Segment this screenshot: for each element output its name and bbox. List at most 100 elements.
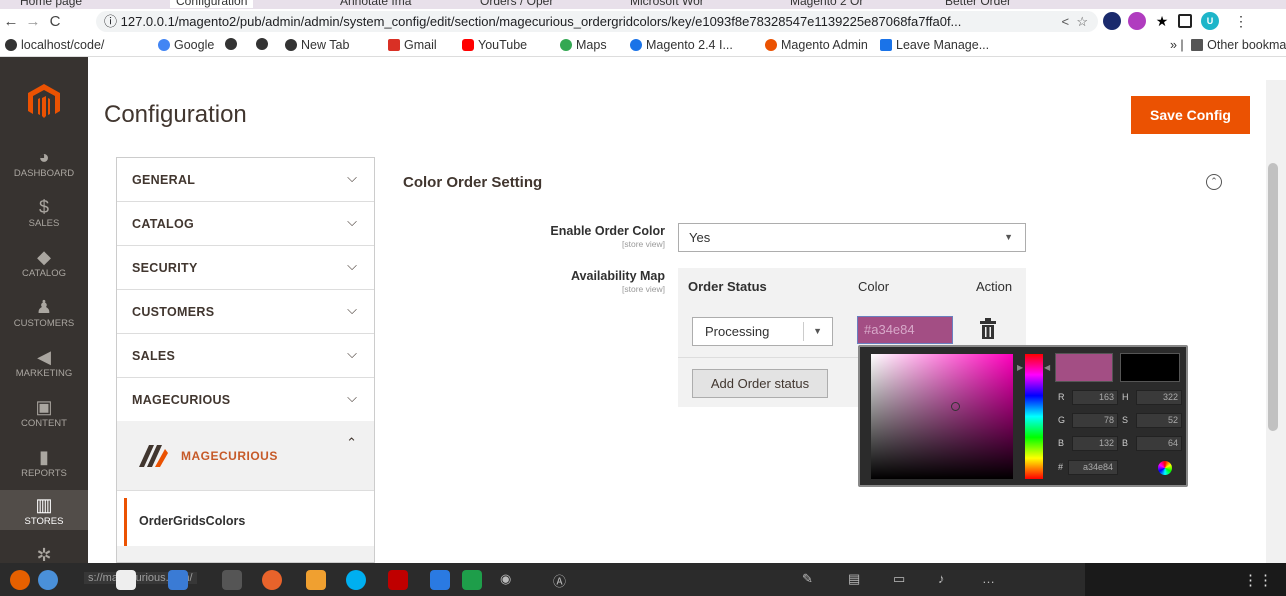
extension-icon[interactable] bbox=[1103, 12, 1121, 30]
menu-item-customers[interactable]: ♟ CUSTOMERS bbox=[0, 296, 88, 336]
bookmark-new-tab[interactable]: New Tab bbox=[285, 38, 349, 52]
sublime-icon[interactable] bbox=[306, 570, 326, 590]
files-icon[interactable] bbox=[116, 570, 136, 590]
red-field[interactable]: R 163 bbox=[1058, 390, 1120, 405]
green-field[interactable]: G 78 bbox=[1058, 413, 1120, 428]
section-security[interactable]: SECURITY ⌵ bbox=[117, 246, 374, 290]
bookmark-blank-2[interactable] bbox=[256, 38, 268, 50]
scrollbar-thumb[interactable] bbox=[1268, 163, 1278, 431]
tab-annotate[interactable]: Annotate Ima bbox=[340, 0, 411, 8]
menu-dots-icon[interactable]: ⋮ bbox=[1232, 12, 1250, 30]
menu-item-reports[interactable]: ▮ REPORTS bbox=[0, 446, 88, 486]
order-status-select[interactable]: Processing ▼ bbox=[692, 317, 833, 346]
keyboard-icon[interactable]: ▭ bbox=[893, 571, 905, 587]
save-config-button[interactable]: Save Config bbox=[1131, 96, 1250, 134]
saturation-field[interactable]: S 52 bbox=[1122, 413, 1184, 428]
puzzle-icon[interactable]: ★ bbox=[1153, 12, 1171, 30]
filezilla-icon[interactable] bbox=[388, 570, 408, 590]
menu-item-content[interactable]: ▣ CONTENT bbox=[0, 396, 88, 436]
firefox-icon[interactable] bbox=[10, 570, 30, 590]
menu-item-catalog[interactable]: ◆ CATALOG bbox=[0, 246, 88, 286]
section-catalog[interactable]: CATALOG ⌵ bbox=[117, 202, 374, 246]
chevron-up-icon[interactable]: ⌃ bbox=[346, 435, 357, 451]
enable-order-color-label: Enable Order Color bbox=[550, 224, 665, 238]
forward-icon[interactable]: → bbox=[22, 13, 44, 30]
saturation-brightness-area[interactable] bbox=[871, 354, 1013, 479]
mic-icon[interactable]: ♪ bbox=[938, 571, 945, 586]
skype-icon[interactable] bbox=[346, 570, 366, 590]
share-icon[interactable]: < bbox=[1062, 14, 1070, 29]
add-order-status-button[interactable]: Add Order status bbox=[692, 369, 828, 398]
group-title[interactable]: Color Order Setting bbox=[403, 174, 542, 191]
tab-better-order[interactable]: Better Order bbox=[945, 0, 1011, 8]
tab-microsoft[interactable]: Microsoft Wor bbox=[630, 0, 704, 8]
profile-avatar[interactable]: U bbox=[1201, 12, 1219, 30]
browser-icon[interactable] bbox=[262, 570, 282, 590]
tab-orders[interactable]: Orders / Oper bbox=[480, 0, 553, 8]
reload-icon[interactable]: C bbox=[44, 13, 66, 30]
menu-item-sales[interactable]: $ SALES bbox=[0, 196, 88, 236]
magecurious-mark-icon bbox=[139, 445, 168, 467]
picker-handle[interactable] bbox=[951, 402, 960, 411]
chrome-icon[interactable] bbox=[38, 570, 58, 590]
hue-slider[interactable] bbox=[1025, 354, 1043, 479]
bookmark-magento-24[interactable]: Magento 2.4 I... bbox=[630, 38, 733, 52]
back-icon[interactable]: ← bbox=[0, 13, 22, 30]
tab-home-page[interactable]: Home page bbox=[20, 0, 82, 8]
bookmark-leave-manage[interactable]: Leave Manage... bbox=[880, 38, 989, 52]
section-sales[interactable]: SALES ⌵ bbox=[117, 334, 374, 378]
bookmark-gmail[interactable]: Gmail bbox=[388, 38, 437, 52]
extension-icon[interactable] bbox=[1128, 12, 1146, 30]
trash-icon[interactable] bbox=[979, 318, 997, 340]
google-icon bbox=[158, 39, 170, 51]
availability-map-label: Availability Map bbox=[570, 269, 665, 283]
clipboard-icon[interactable]: ▤ bbox=[848, 571, 860, 587]
app-grid-icon[interactable]: ⋮⋮ bbox=[1243, 571, 1273, 589]
bookmark-other[interactable]: » | Other bookmarks bbox=[1170, 38, 1286, 52]
magecurious-brand-block[interactable]: MAGECURIOUS ⌃ bbox=[117, 421, 374, 491]
editor-icon[interactable] bbox=[168, 570, 188, 590]
bookmark-localhost[interactable]: localhost/code/ bbox=[5, 38, 104, 52]
collapse-icon[interactable]: ⌃ bbox=[1206, 174, 1222, 190]
menu-item-stores[interactable]: ▥ STORES bbox=[0, 490, 88, 530]
menu-item-marketing[interactable]: ◀ MARKETING bbox=[0, 346, 88, 386]
brightness-field[interactable]: B 64 bbox=[1122, 436, 1184, 451]
bookmark-maps[interactable]: Maps bbox=[560, 38, 607, 52]
info-icon[interactable]: ⓘ bbox=[104, 14, 121, 29]
bookmark-youtube[interactable]: YouTube bbox=[462, 38, 527, 52]
color-value-input[interactable]: #a34e84 bbox=[857, 316, 953, 344]
blue-field[interactable]: B 132 bbox=[1058, 436, 1120, 451]
tab-order-grids-colors[interactable]: OrderGridsColors bbox=[124, 498, 374, 546]
tab-magento-order[interactable]: Magento 2 Or bbox=[790, 0, 863, 8]
pen-icon[interactable]: ✎ bbox=[802, 571, 813, 587]
magento-logo-icon bbox=[765, 39, 777, 51]
color-wheel-icon[interactable] bbox=[1158, 461, 1172, 475]
globe-icon bbox=[5, 39, 17, 51]
enable-order-color-select[interactable]: Yes ▼ bbox=[678, 223, 1026, 252]
bookmarks-bar: localhost/code/ Google New Tab Gmail You… bbox=[0, 34, 1286, 57]
bookmark-magento-admin[interactable]: Magento Admin bbox=[765, 38, 868, 52]
tab-configuration[interactable]: Configuration bbox=[170, 0, 254, 8]
sidepanel-icon[interactable] bbox=[1178, 14, 1192, 28]
magento-logo-icon[interactable] bbox=[28, 84, 60, 118]
menu-item-system[interactable]: ✲ bbox=[0, 544, 88, 565]
hue-field[interactable]: H 322 bbox=[1122, 390, 1184, 405]
bookmark-blank-1[interactable] bbox=[225, 38, 237, 50]
star-icon[interactable]: ☆ bbox=[1076, 14, 1088, 29]
calc-icon[interactable] bbox=[462, 570, 482, 590]
section-magecurious[interactable]: MAGECURIOUS ⌵ bbox=[117, 378, 374, 422]
section-customers[interactable]: CUSTOMERS ⌵ bbox=[117, 290, 374, 334]
menu-item-dashboard[interactable]: ◕ DASHBOARD bbox=[0, 146, 88, 186]
section-next bbox=[117, 546, 374, 562]
chevron-down-icon: ⌵ bbox=[347, 214, 357, 229]
message-icon[interactable]: ◉ bbox=[500, 571, 511, 587]
section-general[interactable]: GENERAL ⌵ bbox=[117, 158, 374, 202]
hex-field[interactable]: # a34e84 bbox=[1058, 460, 1119, 475]
more-icon[interactable]: … bbox=[982, 571, 995, 586]
url-input[interactable]: ⓘ 127.0.0.1/magento2/pub/admin/admin/sys… bbox=[96, 11, 1098, 32]
bookmark-google[interactable]: Google bbox=[158, 38, 214, 52]
store-app-icon[interactable]: Ⓐ bbox=[553, 571, 566, 590]
terminal-icon[interactable] bbox=[222, 570, 242, 590]
writer-icon[interactable] bbox=[430, 570, 450, 590]
url-text: 127.0.0.1/magento2/pub/admin/admin/syste… bbox=[120, 14, 962, 29]
